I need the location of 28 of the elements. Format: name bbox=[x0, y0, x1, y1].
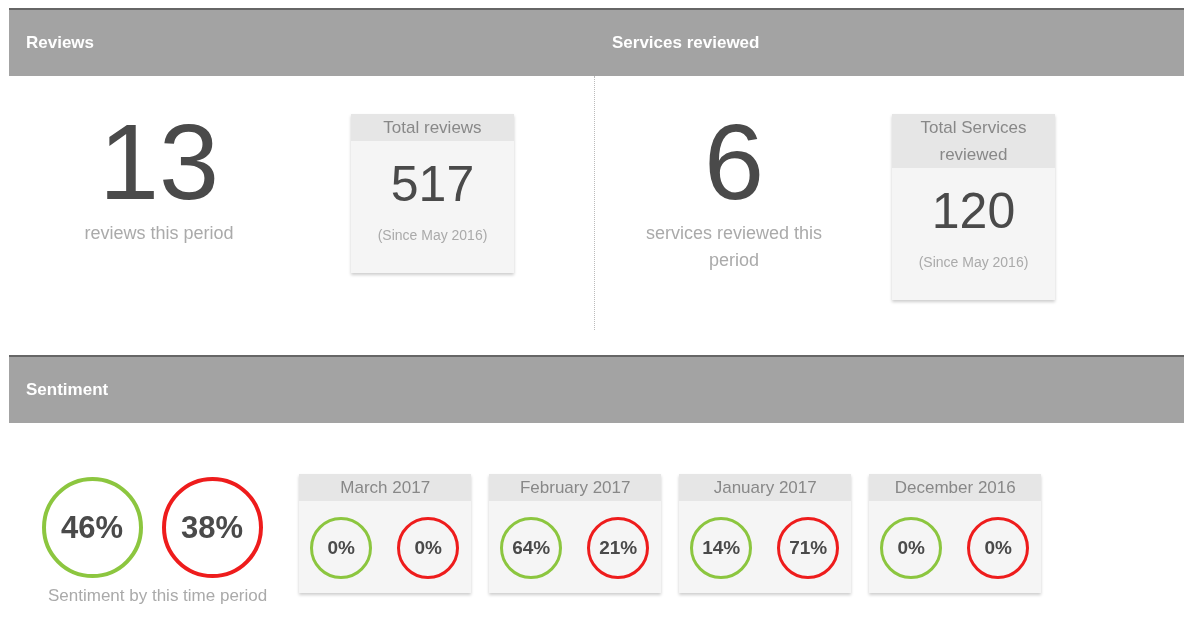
sentiment-ring: 0% bbox=[310, 517, 373, 579]
section-title: Reviews bbox=[26, 33, 95, 52]
sentiment-ring: 0% bbox=[880, 517, 943, 579]
sentiment-ring: 38% bbox=[161, 477, 263, 578]
month-title: January 2017 bbox=[679, 474, 852, 501]
sentiment-ring: 64% bbox=[500, 517, 563, 579]
card-title: Total Services reviewed bbox=[892, 114, 1055, 168]
big-number: 13 bbox=[98, 114, 220, 210]
sentiment-ring: 0% bbox=[397, 517, 460, 579]
month-title: March 2017 bbox=[299, 474, 472, 501]
month-title: December 2016 bbox=[869, 474, 1042, 501]
period-caption: services reviewed this period bbox=[644, 222, 824, 272]
sentiment-ring: 21% bbox=[587, 517, 650, 579]
section-title: Services reviewed bbox=[612, 33, 760, 52]
sentiment-ring: 46% bbox=[41, 477, 143, 578]
card-note: (Since May 2016) bbox=[917, 254, 1030, 270]
card-note: (Since May 2016) bbox=[376, 227, 489, 243]
card-value: 120 bbox=[930, 182, 1017, 240]
sentiment-ring: 71% bbox=[777, 517, 840, 579]
period-caption: reviews this period bbox=[83, 222, 235, 245]
month-title: February 2017 bbox=[489, 474, 662, 501]
card-title: Total reviews bbox=[351, 114, 514, 141]
section-title: Sentiment bbox=[26, 380, 109, 399]
big-number: 6 bbox=[703, 114, 765, 210]
sentiment-caption: Sentiment by this time period bbox=[48, 586, 268, 606]
sentiment-ring: 14% bbox=[690, 517, 753, 579]
card-value: 517 bbox=[389, 155, 476, 213]
sentiment-ring: 0% bbox=[967, 517, 1030, 579]
